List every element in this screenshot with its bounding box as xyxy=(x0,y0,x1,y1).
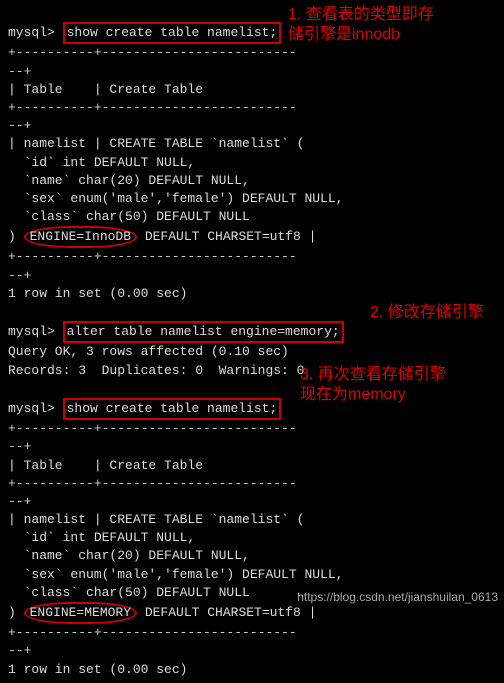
terminal-output: mysql> show create table namelist; +----… xyxy=(0,0,504,683)
create-tail: DEFAULT CHARSET=utf8 | xyxy=(137,605,316,620)
create-line: `sex` enum('male','female') DEFAULT NULL… xyxy=(8,567,343,582)
cmd3: show create table namelist; xyxy=(67,401,278,416)
create-line: `name` char(20) DEFAULT NULL, xyxy=(8,173,250,188)
header-row: | Table | Create Table xyxy=(8,82,203,97)
engine1-highlight: ENGINE=InnoDB xyxy=(24,226,137,248)
cmd2-highlight: alter table namelist engine=memory; xyxy=(63,321,344,343)
alter-output: Query OK, 3 rows affected (0.10 sec) xyxy=(8,344,289,359)
separator: --+ xyxy=(8,118,31,133)
separator: --+ xyxy=(8,439,31,454)
separator: --+ xyxy=(8,643,31,658)
separator: +----------+------------------------- xyxy=(8,45,297,60)
watermark: https://blog.csdn.net/jianshuilan_0613 xyxy=(297,589,498,606)
annotation-1b: 储引擎是innodb xyxy=(288,24,400,46)
prompt: mysql> xyxy=(8,25,55,40)
create-line: | namelist | CREATE TABLE `namelist` ( xyxy=(8,136,304,151)
prompt: mysql> xyxy=(8,401,55,416)
cmd3-highlight: show create table namelist; xyxy=(63,398,282,420)
cmd2: alter table namelist engine=memory; xyxy=(67,324,340,339)
engine2: ENGINE=MEMORY xyxy=(30,605,131,620)
separator: +----------+------------------------- xyxy=(8,249,297,264)
create-line: `id` int DEFAULT NULL, xyxy=(8,155,195,170)
annotation-2: 2. 修改存储引擎 xyxy=(370,302,484,324)
create-line: `sex` enum('male','female') DEFAULT NULL… xyxy=(8,191,343,206)
cmd1: show create table namelist; xyxy=(67,25,278,40)
engine1: ENGINE=InnoDB xyxy=(30,229,131,244)
prompt: mysql> xyxy=(8,324,55,339)
separator: +----------+------------------------- xyxy=(8,476,297,491)
alter-output: Records: 3 Duplicates: 0 Warnings: 0 xyxy=(8,363,304,378)
separator: --+ xyxy=(8,494,31,509)
row-count: 1 row in set (0.00 sec) xyxy=(8,662,187,677)
engine2-highlight: ENGINE=MEMORY xyxy=(24,602,137,624)
header-row: | Table | Create Table xyxy=(8,458,203,473)
separator: +----------+------------------------- xyxy=(8,625,297,640)
row-count: 1 row in set (0.00 sec) xyxy=(8,286,187,301)
create-line: `id` int DEFAULT NULL, xyxy=(8,530,195,545)
create-line: | namelist | CREATE TABLE `namelist` ( xyxy=(8,512,304,527)
separator: --+ xyxy=(8,268,31,283)
create-tail: DEFAULT CHARSET=utf8 | xyxy=(137,229,316,244)
annotation-3b: 现在为memory xyxy=(300,384,406,406)
create-line: `class` char(50) DEFAULT NULL xyxy=(8,585,250,600)
separator: +----------+------------------------- xyxy=(8,421,297,436)
cmd1-highlight: show create table namelist; xyxy=(63,22,282,44)
create-line: `name` char(20) DEFAULT NULL, xyxy=(8,548,250,563)
create-line: `class` char(50) DEFAULT NULL xyxy=(8,209,250,224)
separator: +----------+------------------------- xyxy=(8,100,297,115)
separator: --+ xyxy=(8,64,31,79)
